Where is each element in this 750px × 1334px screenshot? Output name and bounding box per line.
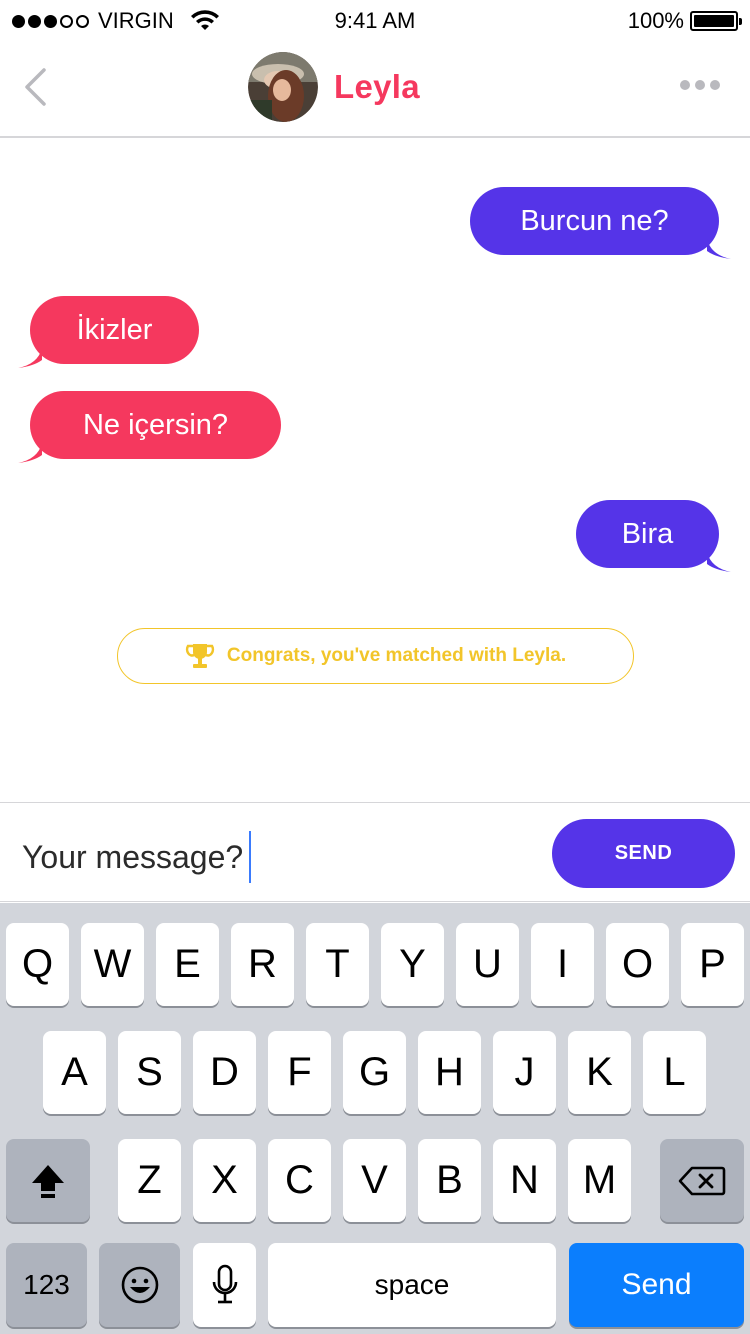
- bubble-tail-icon: [707, 239, 731, 259]
- emoji-icon: [121, 1266, 158, 1304]
- message-bubble-incoming: Ne içersin?: [18, 391, 281, 463]
- key-o[interactable]: O: [606, 923, 669, 1006]
- key-l[interactable]: L: [643, 1031, 706, 1114]
- key-s[interactable]: S: [118, 1031, 181, 1114]
- message-text: Ne içersin?: [82, 408, 229, 441]
- backspace-icon: [678, 1166, 726, 1195]
- keyboard: Q W E R T Y U I O P A S D F G H J K L Z …: [0, 903, 750, 1334]
- message-text: Bira: [621, 517, 674, 550]
- battery-icon: [690, 11, 742, 31]
- message-input[interactable]: Your message?: [22, 831, 252, 883]
- contact-name: Leyla: [334, 68, 420, 105]
- key-u[interactable]: U: [456, 923, 519, 1006]
- message-bubble-outgoing: Bira: [576, 500, 731, 572]
- key-y[interactable]: Y: [381, 923, 444, 1006]
- key-e[interactable]: E: [156, 923, 219, 1006]
- contact-profile[interactable]: Leyla: [248, 52, 420, 122]
- key-r[interactable]: R: [231, 923, 294, 1006]
- message-text: Burcun ne?: [520, 204, 669, 237]
- shift-arrow-icon: [32, 1164, 64, 1198]
- chat-header: Leyla: [0, 40, 750, 138]
- bubble-tail-icon: [18, 348, 42, 368]
- message-input-text: Your message?: [22, 838, 244, 875]
- numbers-key[interactable]: 123: [6, 1243, 87, 1327]
- key-d[interactable]: D: [193, 1031, 256, 1114]
- key-c[interactable]: C: [268, 1139, 331, 1222]
- keyboard-send-key[interactable]: Send: [569, 1243, 744, 1327]
- key-k[interactable]: K: [568, 1031, 631, 1114]
- key-t[interactable]: T: [306, 923, 369, 1006]
- space-key[interactable]: space: [268, 1243, 556, 1327]
- message-composer: Your message? SEND: [0, 802, 750, 902]
- key-f[interactable]: F: [268, 1031, 331, 1114]
- key-w[interactable]: W: [81, 923, 144, 1006]
- key-n[interactable]: N: [493, 1139, 556, 1222]
- trophy-icon: [185, 644, 215, 668]
- microphone-icon: [212, 1264, 237, 1304]
- send-button[interactable]: SEND: [552, 819, 735, 888]
- back-chevron-icon[interactable]: [20, 66, 50, 108]
- bubble-tail-icon: [18, 443, 42, 463]
- key-b[interactable]: B: [418, 1139, 481, 1222]
- bubble-tail-icon: [707, 552, 731, 572]
- message-bubble-incoming: İkizler: [18, 296, 199, 368]
- shift-key[interactable]: [6, 1139, 90, 1222]
- battery-percent: 100%: [627, 8, 684, 33]
- key-g[interactable]: G: [343, 1031, 406, 1114]
- avatar[interactable]: [248, 52, 318, 122]
- key-i[interactable]: I: [531, 923, 594, 1006]
- key-p[interactable]: P: [681, 923, 744, 1006]
- battery-status: 100%: [627, 8, 742, 34]
- emoji-key[interactable]: [99, 1243, 180, 1327]
- message-bubble-outgoing: Burcun ne?: [470, 187, 731, 259]
- match-notice-text: Congrats, you've matched with Leyla.: [226, 645, 567, 666]
- key-m[interactable]: M: [568, 1139, 631, 1222]
- text-cursor: [249, 831, 252, 883]
- more-options-icon[interactable]: [680, 80, 720, 90]
- key-j[interactable]: J: [493, 1031, 556, 1114]
- key-q[interactable]: Q: [6, 923, 69, 1006]
- key-v[interactable]: V: [343, 1139, 406, 1222]
- dictation-key[interactable]: [193, 1243, 256, 1327]
- key-z[interactable]: Z: [118, 1139, 181, 1222]
- message-text: İkizler: [76, 313, 153, 346]
- key-a[interactable]: A: [43, 1031, 106, 1114]
- key-x[interactable]: X: [193, 1139, 256, 1222]
- status-bar: VIRGIN 9:41 AM 100%: [0, 0, 750, 40]
- delete-key[interactable]: [660, 1139, 744, 1222]
- match-notice: Congrats, you've matched with Leyla.: [117, 628, 634, 684]
- key-h[interactable]: H: [418, 1031, 481, 1114]
